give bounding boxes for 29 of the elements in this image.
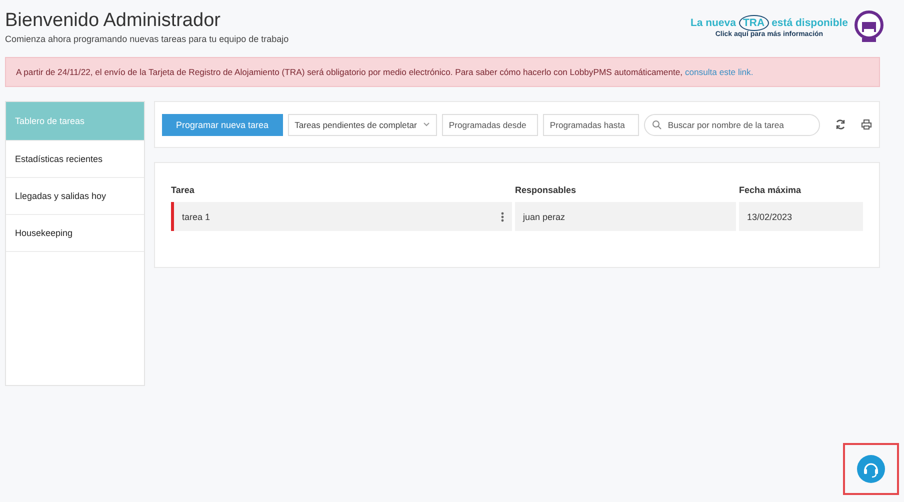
task-name: tarea 1: [182, 212, 210, 222]
sidebar-item[interactable]: Llegadas y salidas hoy: [6, 178, 144, 215]
new-task-button[interactable]: Programar nueva tarea: [162, 114, 283, 136]
column-header: Fecha máxima: [739, 185, 802, 197]
column-header: Tarea: [171, 185, 196, 197]
more-icon[interactable]: [501, 212, 504, 222]
bed-badge-icon[interactable]: [854, 10, 884, 42]
page-title: Bienvenido Administrador: [5, 10, 222, 32]
promo-text[interactable]: está disponible: [772, 16, 848, 28]
print-icon[interactable]: [860, 119, 872, 130]
date-to-field[interactable]: Programadas hasta: [542, 114, 639, 136]
promo-highlight[interactable]: TRA: [738, 14, 769, 30]
table-cell: 13/02/2023: [739, 202, 863, 231]
refresh-icon[interactable]: [834, 119, 846, 130]
search-field[interactable]: Buscar por nombre de la tarea: [644, 114, 820, 136]
support-headset-icon[interactable]: [857, 455, 885, 483]
sidebar-item[interactable]: Housekeeping: [6, 215, 144, 252]
alert-link[interactable]: consulta este link.: [684, 67, 754, 77]
promo-text[interactable]: La nueva: [690, 16, 736, 28]
chevron-icon: [422, 122, 430, 127]
page-subtitle: Comienza ahora programando nuevas tareas para tu equipo de trabajo: [5, 34, 289, 44]
date-from-field[interactable]: Programadas desde: [442, 114, 538, 136]
column-header: Responsables: [515, 185, 578, 197]
sidebar-item[interactable]: Estadísticas recientes: [6, 141, 144, 178]
sidebar-item[interactable]: Tablero de tareas: [6, 102, 144, 141]
alert-text: A partir de 24/11/22, el envío de la Tarjeta de Registro de Alojamiento (TRA) será obligatorio por medio electrónico. Para saber cómo hacerlo con LobbyPMS automáticamente, consulta este link.: [16, 67, 754, 77]
status-dropdown[interactable]: Tareas pendientes de completar: [288, 114, 437, 136]
table-cell: juan peraz: [515, 202, 736, 231]
search-icon: [652, 120, 662, 130]
